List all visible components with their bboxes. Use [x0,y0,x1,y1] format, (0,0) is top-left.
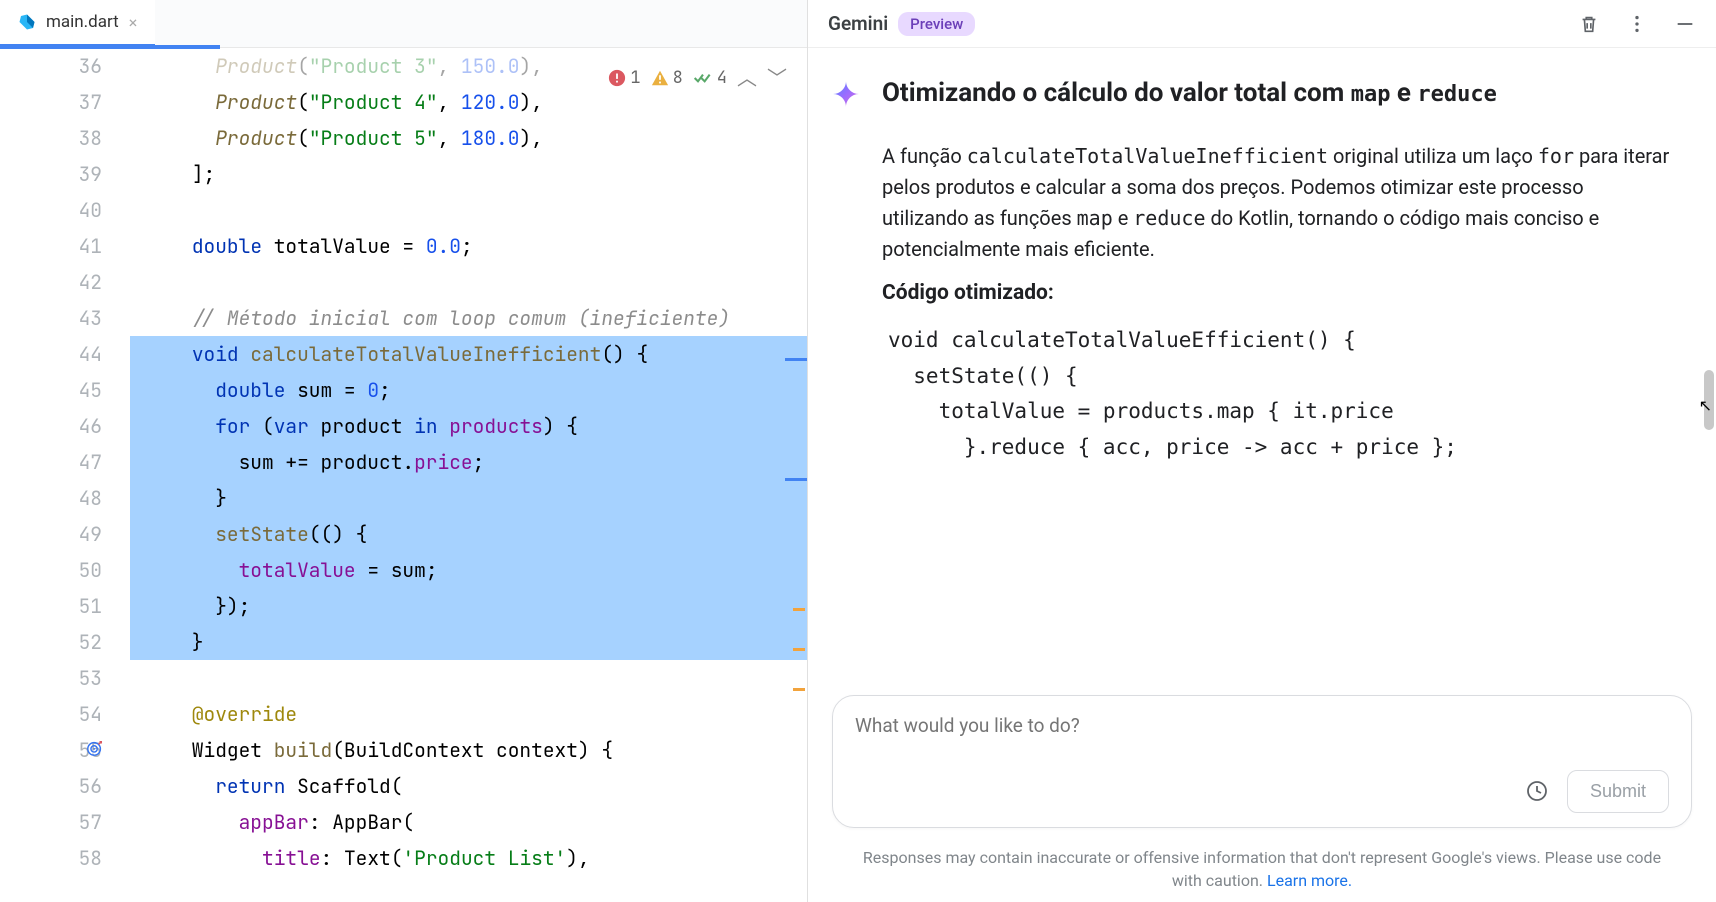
next-problem-icon[interactable]: ﹀ [767,60,787,96]
preview-badge: Preview [898,12,975,36]
chat-input-area: Submit [832,695,1692,828]
problems-indicator[interactable]: 1 8 4 ︿ ﹀ [608,60,787,96]
chat-body: Otimizando o cálculo do valor total com … [808,48,1716,685]
code-line[interactable]: title: Text('Product List'), [130,840,807,876]
code-line[interactable]: } [130,624,807,660]
code-line[interactable] [130,192,807,228]
disclaimer-text: Responses may contain inaccurate or offe… [808,846,1716,902]
minimize-icon[interactable] [1674,13,1696,35]
dart-file-icon [18,13,36,31]
gemini-spark-icon [832,80,860,108]
code-line[interactable]: double sum = 0; [130,372,807,408]
code-line[interactable]: sum += product.price; [130,444,807,480]
code-line[interactable] [130,660,807,696]
tab-active-indicator [0,45,220,49]
chat-input[interactable] [855,714,1669,766]
code-line[interactable]: for (var product in products) { [130,408,807,444]
error-count[interactable]: 1 [608,60,640,96]
code-line[interactable]: @override [130,696,807,732]
error-icon [608,69,626,87]
code-line[interactable] [130,264,807,300]
history-icon[interactable] [1525,779,1549,803]
submit-button[interactable]: Submit [1567,770,1669,813]
tab-filename: main.dart [46,12,119,32]
code-line[interactable]: appBar: AppBar( [130,804,807,840]
code-line[interactable]: return Scaffold( [130,768,807,804]
code-line[interactable]: Widget build(BuildContext context) { [130,732,807,768]
code-area[interactable]: 1 8 4 ︿ ﹀ Product("Pr [130,48,807,902]
gemini-panel: Gemini Preview Otimizando o cálculo do v… [808,0,1716,902]
warning-count[interactable]: 8 [651,60,683,96]
code-line[interactable]: }); [130,588,807,624]
line-gutter: 3637383940414243444546474849505152535455… [0,48,130,902]
code-line[interactable]: // Método inicial com loop comum (inefic… [130,300,807,336]
code-line[interactable]: setState(() { [130,516,807,552]
editor-minimap[interactable] [791,48,807,902]
warning-icon [651,69,669,87]
code-line[interactable]: } [130,480,807,516]
trash-icon[interactable] [1578,13,1600,35]
prev-problem-icon[interactable]: ︿ [737,60,757,96]
response-code[interactable]: void calculateTotalValueEfficient() { se… [882,323,1672,466]
tab-bar: main.dart × [0,0,807,48]
learn-more-link[interactable]: Learn more. [1267,871,1352,890]
response-heading: Otimizando o cálculo do valor total com … [882,76,1672,111]
gemini-response: Otimizando o cálculo do valor total com … [882,76,1672,675]
code-line[interactable]: double totalValue = 0.0; [130,228,807,264]
response-paragraph: A função calculateTotalValueInefficient … [882,141,1672,265]
code-line[interactable]: ]; [130,156,807,192]
close-icon[interactable]: × [129,13,138,32]
code-editor[interactable]: 3637383940414243444546474849505152535455… [0,48,807,902]
check-icon [693,70,713,86]
mouse-cursor: ↖ [1699,396,1712,415]
editor-panel: main.dart × 3637383940414243444546474849… [0,0,808,902]
file-tab[interactable]: main.dart × [0,0,155,47]
code-line[interactable]: Product("Product 5", 180.0), [130,120,807,156]
code-line[interactable]: void calculateTotalValueInefficient() { [130,336,807,372]
more-icon[interactable] [1626,13,1648,35]
gemini-title: Gemini [828,12,888,35]
gemini-header: Gemini Preview [808,0,1716,48]
gemini-actions [1578,13,1696,35]
check-count[interactable]: 4 [693,60,727,96]
code-line[interactable]: totalValue = sum; [130,552,807,588]
response-subheading: Código otimizado: [882,281,1672,305]
